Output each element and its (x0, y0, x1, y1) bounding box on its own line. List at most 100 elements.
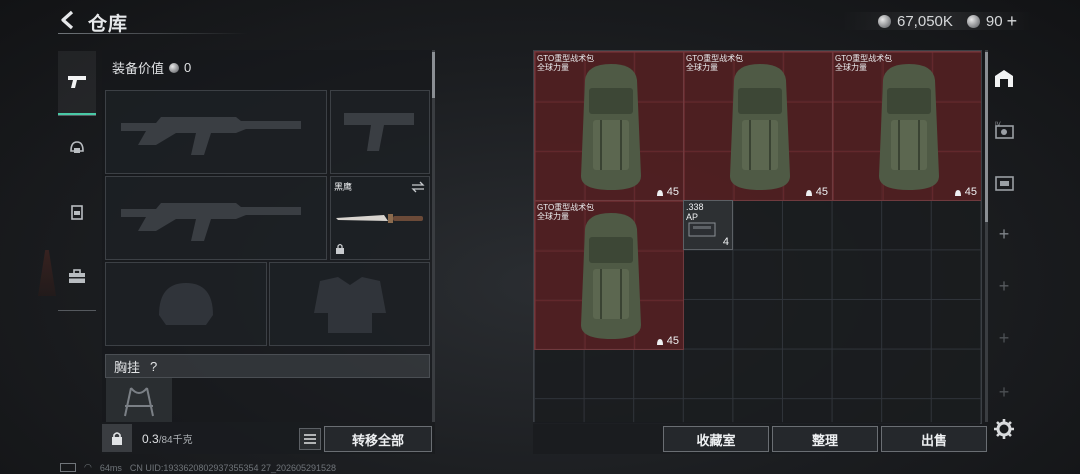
storage-case-icon (995, 176, 1014, 191)
item-count: 45 (805, 186, 828, 198)
item-count: 45 (954, 186, 977, 198)
organize-button[interactable]: 整理 (772, 426, 878, 452)
page-title: 仓库 (88, 14, 129, 35)
armor-slot[interactable] (269, 262, 430, 346)
list-view-button[interactable] (299, 428, 321, 450)
equipment-value: 装备价值 0 (112, 58, 191, 77)
lock-icon (336, 243, 344, 254)
storage-grid[interactable]: GTO重型战术包 全球力量 45 GTO重型战术包 全球力量 45 GTO重型战术包… (533, 50, 982, 424)
storage-item-backpack[interactable]: GTO重型战术包 全球力量 45 (832, 51, 981, 201)
tab-toolbox[interactable] (58, 245, 96, 307)
tab-separator (58, 310, 96, 311)
armor-silhouette-icon (314, 277, 386, 333)
rifle-silhouette-icon (121, 117, 301, 155)
tab-separator (58, 115, 96, 116)
transfer-all-button[interactable]: 转移全部 (324, 426, 432, 452)
currency-display: 67,050K 90 + (842, 10, 1017, 32)
plus-icon: + (998, 327, 1010, 348)
item-count: 45 (656, 186, 679, 198)
vest-icon (71, 205, 83, 220)
plus-icon: + (998, 275, 1010, 296)
tab-vest[interactable] (58, 181, 96, 243)
weight-value: 0.3 (142, 432, 159, 446)
chest-rig-slot[interactable] (106, 378, 172, 422)
storage-item-backpack[interactable]: GTO重型战术包 全球力量 45 (534, 200, 684, 350)
storage-item-backpack[interactable]: GTO重型战术包 全球力量 45 (683, 51, 833, 201)
melee-label: 黑鹰 (334, 182, 353, 192)
ammo-box-icon (688, 222, 716, 237)
plus-icon: + (998, 223, 1010, 244)
background-cone (38, 250, 56, 296)
settings-button[interactable] (993, 418, 1015, 440)
pistol-icon (68, 76, 86, 88)
sidearm-slot[interactable] (330, 90, 430, 174)
storage-box-icon: IV (995, 122, 1014, 139)
battery-icon (60, 463, 76, 472)
melee-slot[interactable]: 黑鹰 (330, 176, 430, 260)
helmet-slot[interactable] (105, 262, 267, 346)
storage-item-backpack[interactable]: GTO重型战术包 全球力量 45 (534, 51, 684, 201)
toolbox-icon (69, 269, 85, 283)
equipment-value-label: 装备价值 (112, 61, 165, 76)
add-storage-button[interactable]: + (988, 372, 1020, 412)
swap-icon[interactable] (411, 181, 425, 193)
premium-value: 90 (985, 12, 1003, 30)
sell-button[interactable]: 出售 (881, 426, 987, 452)
equipment-value-number: 0 (184, 60, 192, 75)
capacity-icon (656, 338, 663, 345)
coin-icon (878, 14, 891, 28)
currency-value: 67,050K (897, 12, 953, 30)
chest-rig-help-button[interactable]: ? (150, 359, 157, 374)
chest-rig-icon (124, 387, 154, 417)
rifle-silhouette-icon (121, 203, 301, 241)
capacity-icon (805, 189, 812, 196)
add-storage-button[interactable]: + (988, 266, 1020, 306)
ammo-count: 4 (722, 236, 729, 248)
add-storage-button[interactable]: + (988, 318, 1020, 358)
primary-weapon-slot[interactable] (105, 90, 327, 174)
weight-display: 0.3/84千克 (142, 431, 193, 446)
backpack-icon (730, 64, 790, 190)
backpack-icon (879, 64, 939, 190)
secondary-weapon-slot[interactable] (105, 176, 327, 260)
back-button[interactable] (58, 9, 80, 31)
tab-weapons[interactable] (58, 51, 96, 115)
storage-item-ammo[interactable]: .338 AP 4 (683, 200, 733, 250)
lock-button[interactable] (102, 424, 132, 452)
equipment-scroll-thumb[interactable] (432, 52, 435, 98)
equipment-tab-column (58, 45, 100, 315)
coin-icon (169, 62, 180, 73)
status-line: ◠ 64ms CN UID:1933620802937355354 27_202… (60, 462, 336, 473)
backpack-icon (581, 64, 641, 190)
title-underline (58, 33, 248, 34)
weight-max: /84千克 (158, 435, 193, 446)
lock-icon (112, 431, 122, 445)
chest-rig-label: 胸挂 (114, 359, 141, 375)
add-storage-button[interactable]: + (988, 214, 1020, 254)
helmet-icon (70, 141, 84, 153)
item-count: 45 (656, 335, 679, 347)
add-currency-button[interactable]: + (1007, 11, 1018, 32)
tab-storage-iv[interactable]: IV (988, 110, 1020, 150)
pistol-silhouette-icon (344, 113, 414, 151)
wifi-icon: ◠ (84, 462, 92, 472)
ping-value: 64ms (99, 462, 122, 473)
knife-icon (336, 214, 423, 223)
tab-warehouse[interactable] (988, 58, 1020, 98)
premium-coin-icon (966, 14, 980, 28)
storage-tab-column: IV + + + + (988, 50, 1020, 422)
svg-text:IV: IV (995, 122, 1001, 128)
gear-icon (994, 419, 1014, 439)
tab-helmet[interactable] (58, 117, 96, 179)
backpack-icon (581, 213, 641, 339)
capacity-icon (954, 189, 961, 196)
helmet-silhouette-icon (159, 283, 213, 325)
chest-rig-header[interactable]: 胸挂 ? (105, 354, 430, 378)
tab-storage-case[interactable] (988, 162, 1020, 202)
list-icon (304, 434, 316, 444)
warehouse-icon (995, 70, 1013, 87)
uid-text: CN UID:1933620802937355354 27_2026052915… (129, 462, 337, 473)
equipment-scrollbar[interactable] (432, 50, 435, 422)
capacity-icon (656, 189, 663, 196)
collection-room-button[interactable]: 收藏室 (663, 426, 769, 452)
